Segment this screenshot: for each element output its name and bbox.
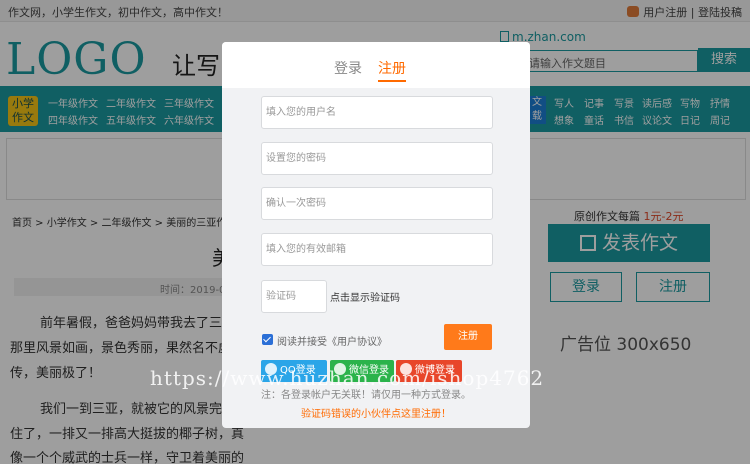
agree-label[interactable]: 阅读并接受《用户协议》 <box>277 333 387 348</box>
captcha-field[interactable] <box>261 280 327 313</box>
email-field[interactable] <box>261 233 493 266</box>
tab-login[interactable]: 登录 <box>334 58 362 78</box>
captcha-help-link[interactable]: 验证码错误的小伙伴点这里注册！ <box>222 405 530 420</box>
username-field[interactable] <box>261 96 493 129</box>
watermark-text: https://www.huzhan.com/ishop4762 <box>150 366 545 390</box>
show-captcha-link[interactable]: 点击显示验证码 <box>330 289 400 304</box>
register-submit-button[interactable]: 注册 <box>444 324 492 350</box>
tab-register[interactable]: 注册 <box>378 58 406 78</box>
modal-tabs: 登录 注册 <box>222 42 530 88</box>
agree-checkbox[interactable] <box>262 334 273 345</box>
password-field[interactable] <box>261 142 493 175</box>
confirm-password-field[interactable] <box>261 187 493 220</box>
active-tab-indicator <box>378 80 406 82</box>
